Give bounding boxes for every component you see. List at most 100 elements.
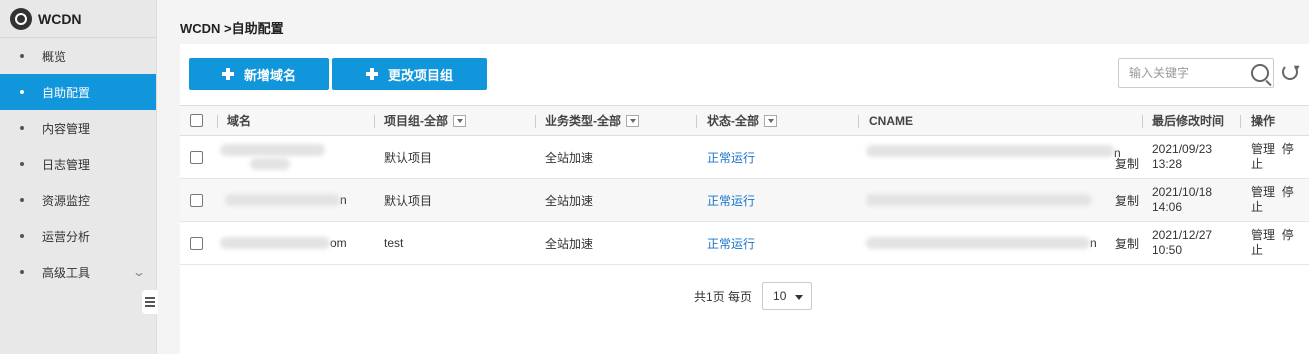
row-checkbox-cell <box>190 222 203 264</box>
header-ops: 操作 <box>1251 114 1276 128</box>
plus-icon <box>365 68 378 80</box>
redacted-text <box>225 194 340 206</box>
pagination: 共1页 每页 10 <box>694 282 813 310</box>
sidebar-item-label: 高级工具 <box>42 265 91 280</box>
modified-time: 13:28 <box>1152 157 1183 171</box>
copy-button[interactable]: 复制 <box>1115 222 1139 264</box>
bullet-icon <box>20 234 24 238</box>
domain-table: 域名 项目组-全部 业务类型-全部 状态-全部 CNAME 最后修改时间 操作 <box>180 105 1309 265</box>
filter-dropdown-icon[interactable] <box>626 114 639 127</box>
row-checkbox[interactable] <box>190 150 203 164</box>
pagination-summary: 共1页 每页 <box>694 289 753 304</box>
bullet-icon <box>20 90 24 94</box>
sidebar: WCDN 概览 自助配置 内容管理 日志管理 资源监控 运营分析 高级工具 ⌄ <box>0 0 158 354</box>
header-service-label: 业务类型-全部 <box>545 114 621 128</box>
main-content: WCDN >自助配置 新增域名 更改项目组 域名 项目组-全部 业务类型-全部 <box>157 0 1309 354</box>
copy-label: 复制 <box>1115 236 1140 251</box>
page-size-select[interactable]: 10 <box>762 282 813 310</box>
refresh-icon[interactable] <box>1282 64 1298 80</box>
row-checkbox[interactable] <box>190 236 203 250</box>
modified-time: 14:06 <box>1152 200 1183 214</box>
modified-date: 2021/12/27 <box>1152 228 1213 242</box>
status-text: 正常运行 <box>707 150 756 165</box>
page-size-value: 10 <box>773 289 787 303</box>
service-cell: 全站加速 <box>545 150 594 165</box>
group-cell: 默认项目 <box>384 150 433 165</box>
service-cell: 全站加速 <box>545 193 594 208</box>
sidebar-item-advanced[interactable]: 高级工具 ⌄ <box>0 254 156 290</box>
status-link[interactable]: 正常运行 <box>707 222 755 264</box>
filter-dropdown-icon[interactable] <box>764 114 777 127</box>
header-group-label: 项目组-全部 <box>384 114 448 128</box>
header-status[interactable]: 状态-全部 <box>707 106 777 135</box>
table-header: 域名 项目组-全部 业务类型-全部 状态-全部 CNAME 最后修改时间 操作 <box>180 105 1309 136</box>
header-service[interactable]: 业务类型-全部 <box>545 106 639 135</box>
row-checkbox-cell <box>190 179 203 221</box>
manage-link[interactable]: 管理 <box>1251 228 1275 242</box>
add-domain-button[interactable]: 新增域名 <box>189 58 329 90</box>
change-group-label: 更改项目组 <box>387 67 453 83</box>
column-divider <box>535 115 536 128</box>
sidebar-item-content[interactable]: 内容管理 <box>0 110 156 146</box>
redacted-text <box>220 144 325 156</box>
sidebar-item-label: 概览 <box>42 49 67 64</box>
ops-cell: 管理 停止 <box>1251 222 1303 264</box>
row-checkbox-cell <box>190 136 203 178</box>
table-row: om test 全站加速 正常运行 n 复制 2021/12/27 10:50 管… <box>180 222 1309 265</box>
plus-icon <box>221 68 234 80</box>
cname-cell: n <box>866 136 1121 178</box>
copy-label: 复制 <box>1115 156 1140 171</box>
breadcrumb: WCDN >自助配置 <box>180 21 284 36</box>
header-group[interactable]: 项目组-全部 <box>384 106 466 135</box>
menu-icon-line <box>145 305 155 307</box>
sidebar-collapse-handle[interactable] <box>142 290 158 314</box>
sidebar-item-overview[interactable]: 概览 <box>0 38 156 74</box>
sidebar-item-label: 运营分析 <box>42 229 91 244</box>
column-divider <box>1142 115 1143 128</box>
sidebar-item-monitor[interactable]: 资源监控 <box>0 182 156 218</box>
sidebar-item-logs[interactable]: 日志管理 <box>0 146 156 182</box>
copy-button[interactable]: 复制 <box>1115 136 1139 178</box>
cname-cell: n <box>866 222 1097 264</box>
ops-cell: 管理 停止 <box>1251 179 1303 221</box>
modified-date: 2021/09/23 <box>1152 142 1213 156</box>
column-divider <box>858 115 859 128</box>
header-checkbox-cell <box>190 106 203 135</box>
header-status-label: 状态-全部 <box>707 114 759 128</box>
column-divider <box>1240 115 1241 128</box>
row-checkbox[interactable] <box>190 193 203 207</box>
change-group-button[interactable]: 更改项目组 <box>332 58 487 90</box>
add-domain-label: 新增域名 <box>243 67 296 83</box>
sidebar-item-self-config[interactable]: 自助配置 <box>0 74 156 110</box>
select-all-checkbox[interactable] <box>190 114 203 127</box>
redacted-text <box>866 194 1092 206</box>
search-input[interactable] <box>1119 60 1245 86</box>
status-link[interactable]: 正常运行 <box>707 136 755 178</box>
sidebar-item-label: 自助配置 <box>42 85 91 100</box>
status-link[interactable]: 正常运行 <box>707 179 755 221</box>
manage-link[interactable]: 管理 <box>1251 142 1275 156</box>
table-row: 默认项目 全站加速 正常运行 n 复制 2021/09/23 13:28 管理 停… <box>180 136 1309 179</box>
column-divider <box>374 115 375 128</box>
copy-button[interactable]: 复制 <box>1115 179 1139 221</box>
brand: WCDN <box>0 0 156 38</box>
table-row: n 默认项目 全站加速 正常运行 复制 2021/10/18 14:06 管理 停… <box>180 179 1309 222</box>
bullet-icon <box>20 270 24 274</box>
domain-redacted <box>220 142 330 172</box>
manage-link[interactable]: 管理 <box>1251 185 1275 199</box>
bullet-icon <box>20 54 24 58</box>
cname-suffix: n <box>1090 236 1097 250</box>
modified-date: 2021/10/18 <box>1152 185 1213 199</box>
menu-icon-line <box>145 301 155 303</box>
filter-dropdown-icon[interactable] <box>453 114 466 127</box>
sidebar-item-label: 资源监控 <box>42 193 91 208</box>
sidebar-item-analytics[interactable]: 运营分析 <box>0 218 156 254</box>
cname-cell <box>866 179 1092 221</box>
search-icon[interactable] <box>1251 64 1269 82</box>
column-divider <box>696 115 697 128</box>
search-box <box>1118 58 1274 88</box>
bullet-icon <box>20 198 24 202</box>
logo-icon <box>10 7 32 30</box>
status-text: 正常运行 <box>707 236 756 251</box>
domain-cell <box>220 136 330 178</box>
